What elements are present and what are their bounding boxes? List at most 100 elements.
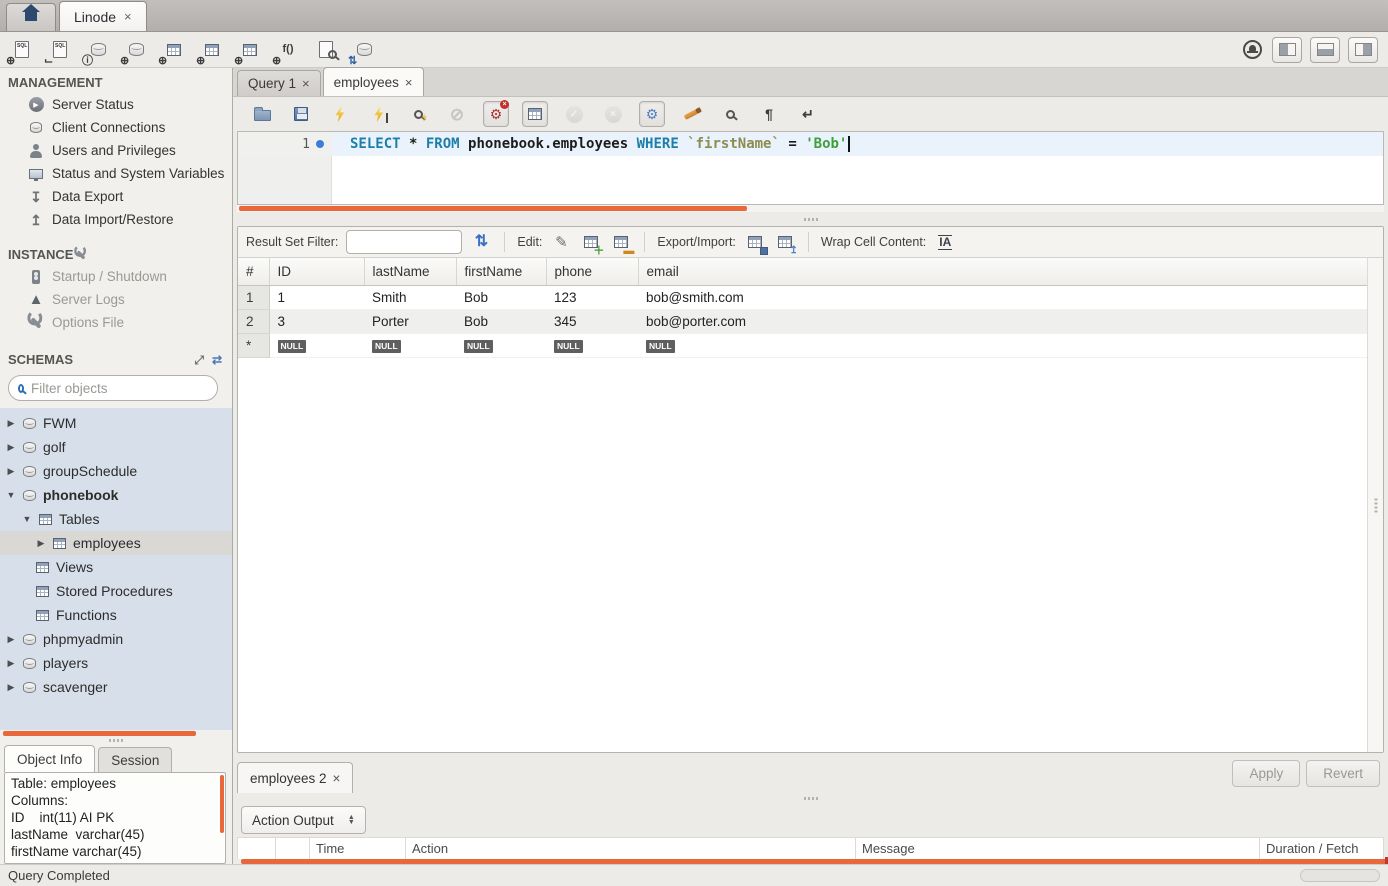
stop-button[interactable]: ⊘ [444,101,470,127]
result-grid[interactable]: # ID lastName firstName phone email 1 [238,258,1367,358]
wrap-cell-content-toggle[interactable]: ΙA [934,231,956,253]
tree-item-stored-procedures[interactable]: Stored Procedures [0,579,232,603]
cell-email[interactable]: bob@smith.com [638,285,1367,309]
col-header-rownum[interactable]: # [238,258,269,285]
cell-lastname[interactable]: Smith [364,285,456,309]
tree-item-scavenger[interactable]: ▶scavenger [0,675,232,699]
schema-inspector-button[interactable]: ⓘ [86,38,110,62]
null-badge[interactable]: NULL [554,340,583,352]
collapse-icon[interactable]: ▼ [22,514,32,524]
expand-icon[interactable]: ▶ [36,538,46,549]
expand-icon[interactable]: ▶ [6,658,16,669]
expand-icon[interactable]: ▶ [6,682,16,693]
sidebar-item-data-import[interactable]: ↥Data Import/Restore [0,208,232,231]
rollback-button[interactable]: × [600,101,626,127]
expand-icon[interactable]: ▶ [6,418,16,429]
search-table-data-button[interactable] [314,38,338,62]
table-row[interactable]: 2 3 Porter Bob 345 bob@porter.com [238,309,1367,333]
autocommit-toggle[interactable]: ⚙ [639,101,665,127]
open-file-button[interactable] [249,101,275,127]
editor-horizontal-scrollbar[interactable] [237,205,1384,212]
output-splitter[interactable] [233,793,1388,803]
cell-firstname[interactable]: Bob [456,285,546,309]
create-procedure-button[interactable]: ⊕ [238,38,262,62]
tree-item-functions[interactable]: Functions [0,603,232,627]
cell-phone[interactable]: 345 [546,309,638,333]
tab-result-employees-2[interactable]: employees 2 × [237,762,353,793]
cell-firstname[interactable]: Bob [456,309,546,333]
tree-item-employees[interactable]: ▶employees [0,531,232,555]
stop-on-error-toggle[interactable]: ⚙× [483,101,509,127]
toggle-left-panel-button[interactable] [1272,37,1302,63]
sql-editor[interactable]: 1 SELECT * FROM phonebook.employees WHER… [237,131,1384,205]
beautify-button[interactable] [678,101,704,127]
schema-filter[interactable] [8,375,218,401]
expand-schemas-icon[interactable]: ⤢ [194,354,204,366]
expand-icon[interactable]: ▶ [6,466,16,477]
revert-button[interactable]: Revert [1306,760,1380,787]
sidebar-item-options-file[interactable]: Options File [0,311,232,334]
refresh-schemas-icon[interactable]: ⇄ [212,354,222,366]
null-badge[interactable]: NULL [278,340,307,352]
new-sql-editor-button[interactable]: SQL⊕ [10,38,34,62]
delete-row-button[interactable]: ▬ [610,231,632,253]
tree-item-golf[interactable]: ▶golf [0,435,232,459]
table-row[interactable]: 1 1 Smith Bob 123 bob@smith.com [238,285,1367,309]
tree-item-players[interactable]: ▶players [0,651,232,675]
sidebar-item-server-logs[interactable]: ▲Server Logs [0,288,232,311]
notifications-button[interactable] [1240,38,1264,62]
col-header-firstname[interactable]: firstName [456,258,546,285]
explain-button[interactable] [405,101,431,127]
output-selector[interactable]: Action Output ▲▼ [241,806,366,834]
tree-item-groupschedule[interactable]: ▶groupSchedule [0,459,232,483]
tree-item-views[interactable]: Views [0,555,232,579]
execute-button[interactable] [327,101,353,127]
cell-email[interactable]: bob@porter.com [638,309,1367,333]
home-tab[interactable] [6,3,56,31]
col-header-email[interactable]: email [638,258,1367,285]
wrap-text-toggle[interactable]: ↵ [795,101,821,127]
col-header-phone[interactable]: phone [546,258,638,285]
connection-tab[interactable]: Linode × [59,1,147,31]
close-icon[interactable]: × [405,75,413,90]
close-icon[interactable]: × [302,76,310,91]
editor-result-splitter[interactable] [233,212,1388,226]
save-script-button[interactable] [288,101,314,127]
sql-line-1[interactable]: 1 SELECT * FROM phonebook.employees WHER… [238,132,1383,156]
sidebar-splitter[interactable] [0,736,232,745]
execute-current-button[interactable] [366,101,392,127]
sidebar-item-status-variables[interactable]: Status and System Variables [0,162,232,185]
output-col-action[interactable]: Action [406,838,856,859]
schema-filter-input[interactable] [31,381,208,396]
sidebar-item-startup-shutdown[interactable]: Startup / Shutdown [0,265,232,288]
tab-query-1[interactable]: Query 1× [237,70,321,96]
reconnect-database-button[interactable]: ⇅ [352,38,376,62]
result-filter-input[interactable] [346,230,462,254]
sidebar-item-server-status[interactable]: ▶Server Status [0,93,232,116]
refresh-results-button[interactable]: ⇅ [470,231,492,253]
find-button[interactable] [717,101,743,127]
create-table-button[interactable]: ⊕ [162,38,186,62]
col-header-lastname[interactable]: lastName [364,258,456,285]
export-recordset-button[interactable] [744,231,766,253]
close-icon[interactable]: × [124,9,132,24]
close-icon[interactable]: × [333,771,341,786]
result-vertical-scrollbar[interactable] [1367,258,1383,752]
tab-employees[interactable]: employees× [323,67,424,96]
apply-button[interactable]: Apply [1232,760,1300,787]
bottom-scrollbar[interactable] [1300,869,1380,882]
expand-icon[interactable]: ▶ [6,634,16,645]
tab-session[interactable]: Session [98,747,172,772]
limit-rows-toggle[interactable] [522,101,548,127]
cell-lastname[interactable]: Porter [364,309,456,333]
tree-item-fwm[interactable]: ▶FWM [0,411,232,435]
tab-object-info[interactable]: Object Info [4,745,95,772]
invisible-characters-toggle[interactable]: ¶ [756,101,782,127]
object-info-scrollbar[interactable] [220,775,224,833]
sidebar-item-client-connections[interactable]: Client Connections [0,116,232,139]
output-col-message[interactable]: Message [856,838,1260,859]
collapse-icon[interactable]: ▼ [6,490,16,500]
cell-id[interactable]: 3 [269,309,364,333]
commit-button[interactable]: ✓ [561,101,587,127]
sidebar-item-users-privileges[interactable]: Users and Privileges [0,139,232,162]
